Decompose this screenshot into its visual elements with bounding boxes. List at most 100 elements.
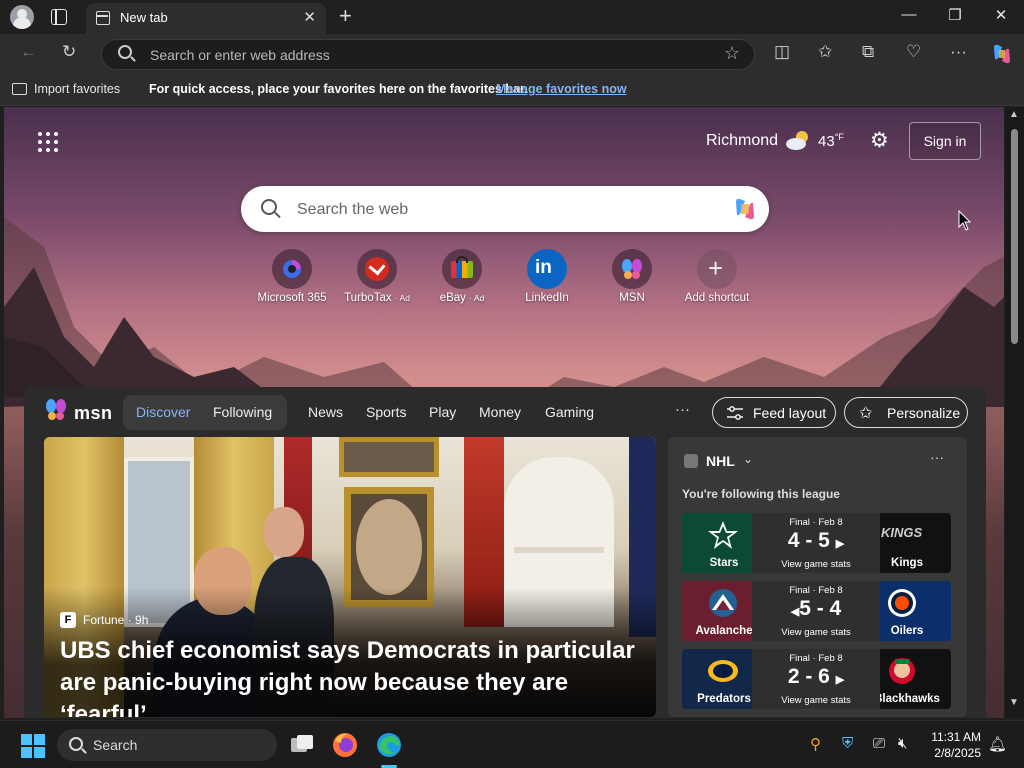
score-value: 2 - 6: [787, 665, 830, 688]
minimize-button[interactable]: —: [886, 6, 932, 23]
shortcut-label: MSN: [589, 292, 675, 304]
page-scrollbar[interactable]: ▲ ▼: [1005, 107, 1024, 718]
clock-time[interactable]: 11:31 AM: [926, 730, 981, 744]
copilot-icon[interactable]: [990, 42, 1014, 66]
view-game-stats-link[interactable]: View game stats: [752, 627, 880, 638]
add-plus-icon: +: [697, 249, 737, 289]
tab-discover[interactable]: Discover: [136, 404, 190, 420]
score-value: 5 - 4: [799, 597, 842, 620]
new-tab-plus-icon[interactable]: +: [339, 3, 352, 29]
profile-avatar-icon[interactable]: [10, 5, 34, 29]
shortcut-name: Microsoft 365: [257, 292, 327, 304]
scroll-thumb[interactable]: [1011, 129, 1018, 344]
tab-actions-icon[interactable]: [51, 9, 67, 25]
chevron-down-icon[interactable]: ⌄: [743, 452, 753, 466]
nav-sports[interactable]: Sports: [366, 404, 406, 420]
nav-money[interactable]: Money: [479, 404, 521, 420]
oilers-logo-icon: [888, 589, 916, 617]
scroll-down-arrow-icon[interactable]: ▼: [1009, 697, 1019, 708]
web-search-box[interactable]: Search the web: [241, 186, 769, 232]
weather-temperature[interactable]: 43°F: [818, 132, 844, 150]
shortcut-name: eBay: [439, 292, 466, 304]
feed-layout-button[interactable]: Feed layout: [712, 397, 836, 428]
shortcut-ebay[interactable]: eBay · Ad: [419, 249, 505, 304]
tab-new-tab[interactable]: New tab ✕: [86, 3, 326, 34]
shortcut-linkedin[interactable]: in LinkedIn: [504, 249, 590, 304]
ad-badge: · Ad: [469, 293, 485, 303]
add-favorite-star-icon[interactable]: ☆: [724, 43, 740, 64]
linkedin-icon: in: [527, 249, 567, 289]
favorites-icon[interactable]: ✩: [818, 42, 832, 62]
tab-close-icon[interactable]: ✕: [303, 8, 316, 26]
shortcut-add[interactable]: + Add shortcut: [674, 249, 760, 304]
back-arrow-icon[interactable]: ←: [20, 42, 37, 62]
game-score-row[interactable]: Predators Blackhawks Final · Feb 8 2 - 6…: [682, 649, 951, 709]
sparkle-star-icon: ✩: [859, 405, 873, 422]
ebay-bag-icon: [442, 249, 482, 289]
apps-launcher-icon[interactable]: [38, 132, 58, 152]
browser-essentials-icon[interactable]: ♡: [906, 42, 921, 62]
partly-cloudy-icon[interactable]: [785, 129, 811, 151]
score-value: 4 - 5: [787, 529, 830, 552]
score-panel: Final · Feb 8 4 - 5 ▶ View game stats: [752, 513, 880, 573]
game-status: Final · Feb 8: [789, 653, 843, 664]
game-score-row[interactable]: Avalanche Oilers Final · Feb 8 ◀5 - 4 Vi…: [682, 581, 951, 641]
search-highlight-icon[interactable]: ⚲: [810, 735, 821, 753]
task-view-icon[interactable]: [286, 729, 318, 761]
scroll-up-arrow-icon[interactable]: ▲: [1009, 109, 1019, 120]
shortcut-msn[interactable]: MSN: [589, 249, 675, 304]
search-icon: [69, 737, 83, 751]
split-screen-icon[interactable]: ◫: [774, 42, 790, 62]
article-headline[interactable]: UBS chief economist says Democrats in pa…: [60, 635, 650, 717]
shortcut-label: Microsoft 365: [249, 292, 335, 304]
notifications-bell-icon[interactable]: 🔔︎: [988, 735, 1007, 753]
copilot-icon[interactable]: [731, 195, 759, 223]
close-window-button[interactable]: ✕: [978, 6, 1024, 24]
settings-more-icon[interactable]: ···: [950, 42, 967, 62]
sign-in-button[interactable]: Sign in: [909, 122, 981, 160]
security-shield-icon[interactable]: ⛨: [842, 735, 853, 752]
game-score-row[interactable]: Stars KINGS Kings Final · Feb 8 4 - 5 ▶ …: [682, 513, 951, 573]
nav-news[interactable]: News: [308, 404, 343, 420]
game-score: 4 - 5 ▶: [752, 529, 880, 553]
personalize-button[interactable]: ✩ Personalize: [844, 397, 968, 428]
address-bar[interactable]: Search or enter web address ☆: [101, 39, 755, 70]
game-status: Final · Feb 8: [789, 585, 843, 596]
view-game-stats-link[interactable]: View game stats: [752, 559, 880, 570]
msn-logo-icon[interactable]: [44, 397, 70, 423]
nhl-more-button[interactable]: ···: [930, 449, 944, 465]
import-favorites-button[interactable]: Import favorites: [34, 82, 120, 96]
upper-painting: [339, 437, 439, 477]
more-nav-button[interactable]: ···: [675, 401, 690, 418]
view-game-stats-link[interactable]: View game stats: [752, 695, 880, 706]
import-favorites-icon[interactable]: [12, 83, 27, 95]
shortcut-label: eBay · Ad: [419, 292, 505, 304]
weather-location[interactable]: Richmond: [706, 132, 778, 150]
shortcut-label: LinkedIn: [504, 292, 590, 304]
kings-logo-icon: KINGS: [881, 525, 923, 540]
tab-following[interactable]: Following: [213, 404, 272, 420]
browser-toolbar: ← ↻ Search or enter web address ☆ ◫ ✩ ⧉ …: [0, 34, 1024, 74]
nav-play[interactable]: Play: [429, 404, 456, 420]
msn-logo-text[interactable]: msn: [74, 403, 113, 424]
nav-gaming[interactable]: Gaming: [545, 404, 594, 420]
edge-icon[interactable]: [373, 729, 405, 761]
clock-date[interactable]: 2/8/2025: [926, 746, 981, 760]
personalize-label: Personalize: [887, 405, 961, 421]
nhl-league-title[interactable]: NHL: [706, 453, 735, 469]
page-settings-gear-icon[interactable]: ⚙: [870, 128, 889, 153]
manage-favorites-link[interactable]: Manage favorites now: [496, 82, 627, 96]
start-windows-icon[interactable]: [21, 734, 45, 758]
firefox-icon[interactable]: [329, 729, 361, 761]
network-icon[interactable]: ⎚: [873, 735, 885, 752]
msn-butterfly-icon: [612, 249, 652, 289]
shortcut-microsoft-365[interactable]: Microsoft 365: [249, 249, 335, 304]
volume-muted-icon[interactable]: 🔇︎: [898, 735, 907, 752]
collections-icon[interactable]: ⧉: [862, 42, 874, 62]
hero-article-card[interactable]: F Fortune · 9h UBS chief economist says …: [44, 437, 656, 717]
shortcut-turbotax[interactable]: TurboTax · Ad: [334, 249, 420, 304]
refresh-icon[interactable]: ↻: [62, 42, 76, 62]
restore-button[interactable]: ❐: [932, 6, 978, 24]
temperature-value: 43: [818, 133, 835, 150]
taskbar-search-box[interactable]: Search: [57, 729, 277, 761]
